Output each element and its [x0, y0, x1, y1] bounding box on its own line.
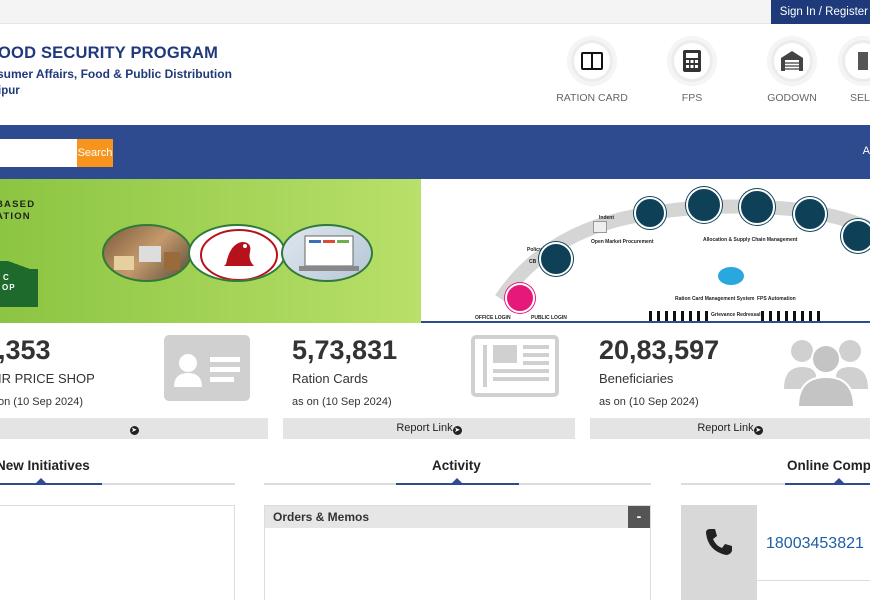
orders-memos-header[interactable]: Orders & Memos - — [265, 506, 650, 528]
label-allocation-supply: Allocation & Supply Chain Management — [703, 237, 798, 243]
section-notch — [36, 478, 46, 483]
cloud-icon — [718, 267, 744, 285]
arrow-right-circle-icon: ➤ — [129, 426, 139, 435]
online-complaint-panel: 18003453821 — [681, 505, 870, 600]
page-root: Sign In / Register OOD SECURITY PROGRAM … — [0, 0, 870, 600]
stat-fps-asof: on (10 Sep 2024) — [0, 396, 84, 408]
top-utility-bar: Sign In / Register — [0, 0, 870, 24]
grocery-photo — [102, 224, 192, 282]
stat-rc-report-text: Report Link — [396, 422, 453, 434]
node-fps-truck — [841, 219, 870, 253]
banner-line-1: BASED — [0, 199, 36, 210]
section-accent — [396, 483, 519, 485]
nav-fps[interactable]: FPS — [647, 36, 737, 104]
banner-process-diagram: Policy CB Indent Open Market Procurement… — [421, 179, 870, 323]
section-notch — [452, 478, 462, 483]
indent-icon — [593, 221, 607, 233]
stat-rc-name: Ration Cards — [292, 371, 368, 386]
banner-green-tag: C OP — [0, 261, 38, 307]
label-policy: Policy — [527, 247, 542, 253]
stat-ben-report-text: Report Link — [697, 422, 754, 434]
menu-edge-link[interactable]: A — [863, 145, 870, 157]
state-emblem-seal — [188, 224, 286, 282]
stat-rc-report-link[interactable]: Report Link ➤ — [283, 418, 575, 439]
nav-ration-card[interactable]: RATION CARD — [547, 36, 637, 104]
group-people-icon — [784, 340, 868, 407]
label-public-login[interactable]: PUBLIC LOGIN — [531, 315, 567, 321]
node-fci-release — [634, 197, 666, 229]
site-title: OOD SECURITY PROGRAM — [0, 44, 219, 62]
id-card-icon — [164, 335, 250, 401]
arrow-right-circle-icon: ➤ — [753, 426, 763, 435]
node-ration-card-management — [505, 283, 535, 313]
section-accent — [0, 483, 102, 485]
site-header: OOD SECURITY PROGRAM sumer Affairs, Food… — [0, 24, 870, 125]
divider — [757, 580, 870, 581]
newspaper-icon — [471, 335, 559, 397]
section-activity-title[interactable]: Activity — [432, 458, 481, 473]
label-fps-automation: FPS Automation — [757, 296, 796, 302]
label-indent: Indent — [599, 215, 614, 221]
banner-left: BASED ATION C OP — [0, 179, 421, 323]
laptop-photo — [281, 224, 373, 282]
phone-icon-box — [681, 505, 757, 600]
stat-ben-name: Beneficiaries — [599, 371, 674, 386]
node-fps-payment — [793, 197, 827, 231]
stat-fps-name: IR PRICE SHOP — [0, 371, 95, 386]
nav-ration-card-label: RATION CARD — [556, 92, 628, 104]
sell-icon — [858, 52, 868, 70]
sign-in-register-link[interactable]: Sign In / Register — [770, 0, 870, 24]
label-open-market: Open Market Procurement — [591, 239, 654, 245]
stat-rc-number: 5,73,831 — [292, 335, 398, 365]
section-new-initiatives-title[interactable]: New Initiatives — [0, 458, 90, 473]
search-input[interactable] — [0, 139, 77, 167]
search-button[interactable]: Search — [77, 139, 113, 167]
fps-calculator-icon — [683, 50, 701, 72]
activity-panel: Orders & Memos - — [264, 505, 651, 600]
site-subtitle: sumer Affairs, Food & Public Distributio… — [0, 67, 232, 81]
label-office-login[interactable]: OFFICE LOGIN — [475, 315, 511, 321]
arrow-right-circle-icon: ➤ — [452, 426, 462, 435]
stat-rc-asof: as on (10 Sep 2024) — [292, 396, 392, 408]
node-allocation — [539, 242, 573, 276]
label-grievance: Grievance Redressal — [711, 312, 761, 318]
label-cb: CB — [529, 259, 537, 265]
phone-icon — [706, 529, 732, 555]
stat-fps-report-link[interactable]: ➤ — [0, 418, 268, 439]
stat-ben-report-link[interactable]: Report Link ➤ — [590, 418, 870, 439]
section-online-comp-title[interactable]: Online Comp — [787, 458, 870, 473]
site-state: ipur — [0, 85, 20, 97]
helpline-number[interactable]: 18003453821 — [766, 535, 864, 553]
stat-fps-number: ,353 — [0, 335, 51, 365]
nav-fps-label: FPS — [681, 92, 703, 104]
godown-icon — [781, 51, 803, 71]
collapse-button[interactable]: - — [628, 506, 650, 528]
nav-sell[interactable]: SEL — [830, 36, 870, 104]
stat-ben-asof: as on (10 Sep 2024) — [599, 396, 699, 408]
section-accent — [785, 483, 870, 485]
banner-tag-line-1: C — [3, 273, 10, 282]
nav-sell-label: SEL — [850, 92, 870, 104]
ration-card-icon — [581, 52, 603, 70]
section-notch — [834, 478, 844, 483]
orders-memos-title: Orders & Memos — [273, 510, 370, 524]
nav-godown[interactable]: GODOWN — [747, 36, 837, 104]
banner-tag-line-2: OP — [2, 283, 16, 292]
banner-line-2: ATION — [0, 211, 31, 222]
label-rcms: Ration Card Management System — [675, 296, 755, 302]
nav-godown-label: GODOWN — [767, 92, 817, 104]
node-fci-truck — [686, 187, 722, 223]
stat-ben-number: 20,83,597 — [599, 335, 720, 365]
node-from-fci — [739, 189, 775, 225]
search-bar: Search A — [0, 125, 870, 179]
new-initiatives-panel — [0, 505, 235, 600]
